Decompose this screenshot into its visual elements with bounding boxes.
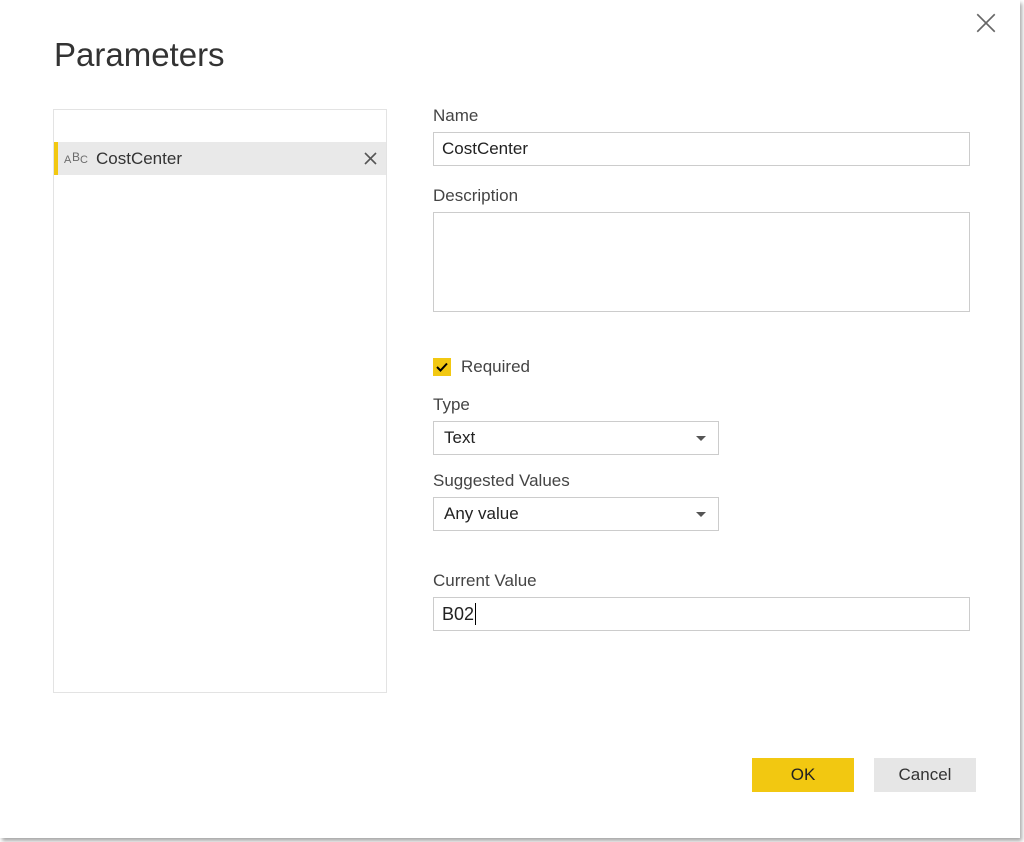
- type-label: Type: [433, 395, 971, 415]
- cancel-button[interactable]: Cancel: [874, 758, 976, 792]
- name-label: Name: [433, 106, 971, 126]
- close-icon: [976, 13, 996, 33]
- parameters-list: B CostCenter: [53, 109, 387, 693]
- close-button[interactable]: [976, 13, 996, 33]
- parameters-dialog: Parameters New B CostCenter Name Descrip…: [0, 0, 1020, 838]
- suggested-value: Any value: [444, 504, 519, 524]
- parameter-form: Name Description Required Type Text Sugg…: [433, 106, 971, 631]
- chevron-down-icon: [696, 436, 706, 441]
- check-icon: [435, 360, 449, 374]
- current-value-label: Current Value: [433, 571, 971, 591]
- x-icon: [364, 152, 377, 165]
- remove-parameter-button[interactable]: [354, 143, 386, 175]
- dialog-title: Parameters: [54, 36, 225, 74]
- name-input[interactable]: [433, 132, 970, 166]
- suggested-values-label: Suggested Values: [433, 471, 971, 491]
- current-value-text: B02: [442, 604, 474, 625]
- ok-button[interactable]: OK: [752, 758, 854, 792]
- type-select[interactable]: Text: [433, 421, 719, 455]
- parameter-item-name: CostCenter: [96, 149, 354, 169]
- dialog-footer: OK Cancel: [752, 758, 976, 792]
- required-label: Required: [461, 357, 530, 377]
- type-value: Text: [444, 428, 475, 448]
- text-cursor: [475, 603, 476, 625]
- parameter-list-item[interactable]: B CostCenter: [54, 142, 386, 175]
- description-input[interactable]: [433, 212, 970, 312]
- suggested-values-select[interactable]: Any value: [433, 497, 719, 531]
- required-row: Required: [433, 357, 971, 377]
- current-value-input[interactable]: B02: [433, 597, 970, 631]
- text-type-icon: B: [64, 151, 86, 167]
- required-checkbox[interactable]: [433, 358, 451, 376]
- description-label: Description: [433, 186, 971, 206]
- chevron-down-icon: [696, 512, 706, 517]
